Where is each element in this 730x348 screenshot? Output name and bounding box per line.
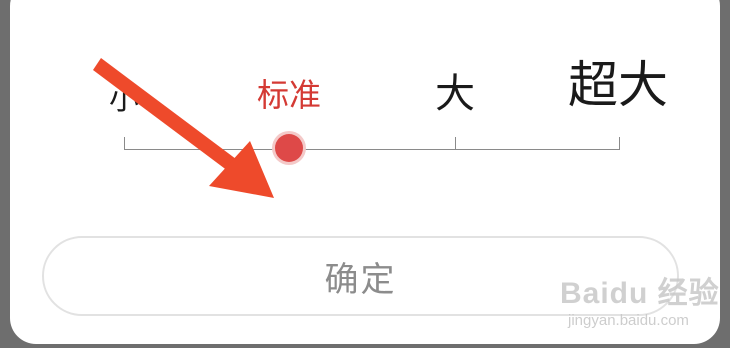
font-size-slider-track[interactable] <box>124 149 620 150</box>
slider-tick <box>619 137 620 149</box>
font-size-option-extra-large[interactable]: 超大 <box>568 60 668 110</box>
font-size-option-small[interactable]: 小 <box>109 85 139 115</box>
baidu-watermark: Baidu 经验 jingyan.baidu.com <box>560 268 720 338</box>
watermark-brand: Baidu 经验 <box>560 277 720 310</box>
slider-tick <box>124 137 125 149</box>
watermark-url: jingyan.baidu.com <box>568 312 689 329</box>
font-size-option-standard[interactable]: 标准 <box>257 79 321 111</box>
slider-tick <box>455 137 456 149</box>
font-size-option-large[interactable]: 大 <box>435 74 475 114</box>
font-size-slider-thumb[interactable] <box>272 131 306 165</box>
slider-thumb-dot <box>275 134 303 162</box>
